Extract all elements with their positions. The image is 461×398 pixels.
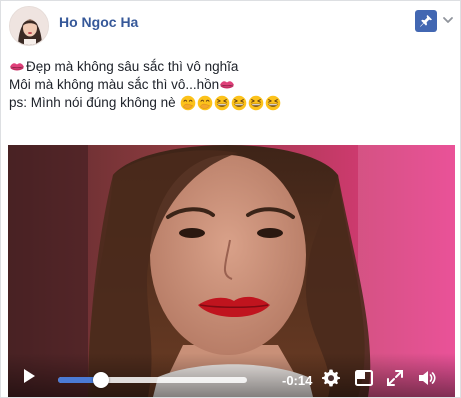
expand-icon[interactable] <box>385 368 405 388</box>
kiss-mark-icon <box>220 81 235 89</box>
message-text: Đẹp mà không sâu sắc thì vô nghĩa <box>26 59 239 74</box>
pin-button[interactable] <box>415 10 437 32</box>
message-line: ps: Mình nói đúng không nè <box>9 94 449 112</box>
message-text: Môi mà không màu sắc thì vô...hồn <box>9 77 220 92</box>
video-controls: -0:14 <box>8 353 455 397</box>
message-text: ps: Mình nói đúng không nè <box>9 95 176 110</box>
time-remaining: -0:14 <box>282 373 313 388</box>
video-player[interactable]: -0:14 <box>8 145 455 397</box>
author-name-link[interactable]: Ho Ngoc Ha <box>59 14 138 30</box>
play-icon[interactable] <box>20 367 38 385</box>
face-with-hand-over-mouth-icon <box>180 95 195 111</box>
video-progress-bar[interactable] <box>58 372 247 388</box>
message-line: Môi mà không màu sắc thì vô...hồn <box>9 76 449 94</box>
avatar[interactable] <box>9 6 49 46</box>
grinning-squinting-face-icon <box>265 95 280 111</box>
post-card: Ho Ngoc Ha Đẹp mà không sâu sắc thì vô n… <box>0 0 461 398</box>
post-message: Đẹp mà không sâu sắc thì vô nghĩa Môi mà… <box>9 58 449 112</box>
avatar-portrait-icon <box>10 7 48 45</box>
grinning-squinting-face-icon <box>214 95 229 111</box>
video-progress-knob[interactable] <box>93 372 110 388</box>
chevron-down-icon[interactable] <box>442 14 454 26</box>
kiss-mark-icon <box>10 63 24 71</box>
grinning-squinting-face-icon <box>231 95 246 111</box>
gear-icon[interactable] <box>321 368 341 388</box>
volume-icon[interactable] <box>417 368 437 388</box>
pin-icon <box>420 15 432 27</box>
grinning-squinting-face-icon <box>248 95 263 111</box>
face-with-hand-over-mouth-icon <box>197 95 212 111</box>
message-line: Đẹp mà không sâu sắc thì vô nghĩa <box>9 58 449 76</box>
picture-in-picture-icon[interactable] <box>354 368 374 388</box>
